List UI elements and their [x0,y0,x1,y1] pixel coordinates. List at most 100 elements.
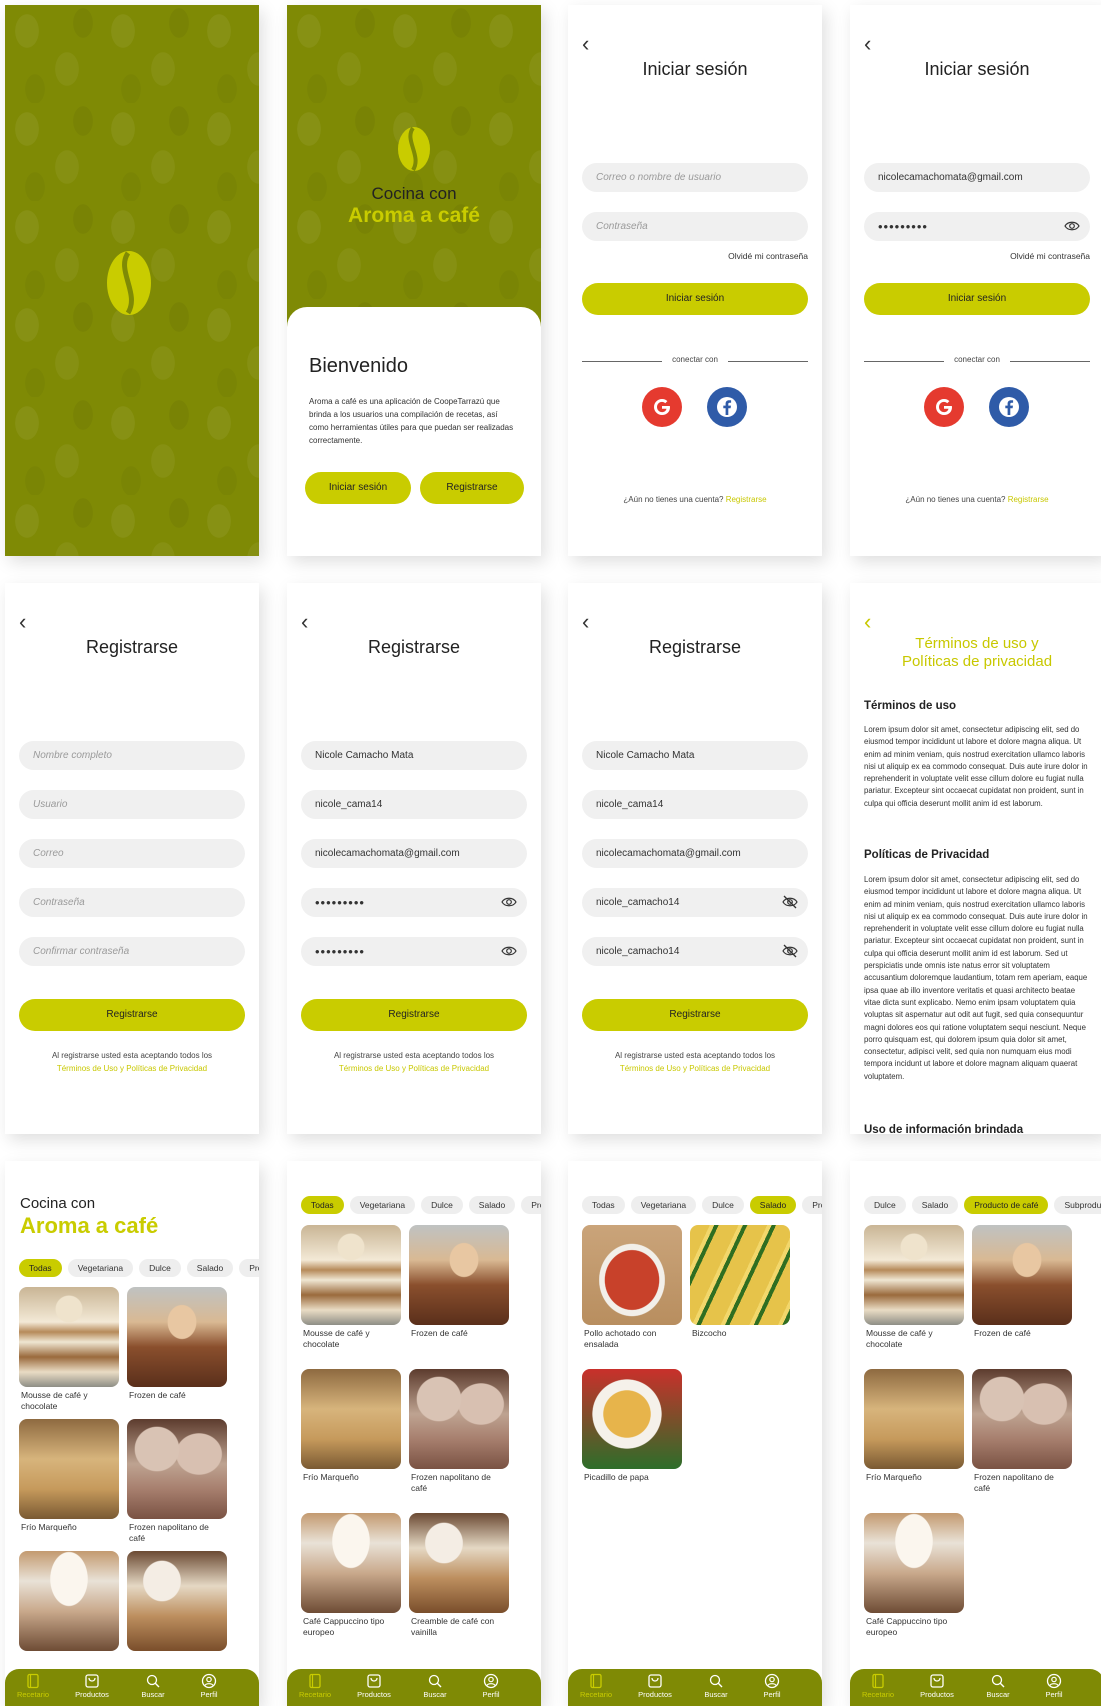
recipe-card[interactable]: Café Cappuccino tipo europeo [301,1513,401,1637]
category-chip-vegetariana[interactable]: Vegetariana [67,1259,134,1277]
register-submit-button[interactable]: Registrarse [301,999,527,1031]
back-chevron-icon[interactable]: ‹ [301,611,323,633]
back-chevron-icon[interactable]: ‹ [582,611,604,633]
recipe-card[interactable] [127,1551,227,1651]
username-input[interactable]: Correo o nombre de usuario [582,163,808,192]
password-input[interactable]: ••••••••• [864,212,1090,241]
back-chevron-icon[interactable]: ‹ [864,611,886,633]
eye-icon[interactable] [501,944,517,958]
email-input[interactable]: Correo [19,839,245,868]
eye-off-icon[interactable] [782,895,798,909]
category-chip-dulce[interactable]: Dulce [421,1196,463,1214]
category-chip-dulce[interactable]: Dulce [864,1196,906,1214]
fullname-input[interactable]: Nicole Camacho Mata [301,741,527,770]
nav-buscar[interactable]: Buscar [972,1671,1024,1699]
back-chevron-icon[interactable]: ‹ [19,611,41,633]
recipe-card[interactable]: Frozen napolitano de café [127,1419,227,1543]
category-chip-salado[interactable]: Salado [468,1196,516,1214]
forgot-password-link[interactable]: Olvidé mi contraseña [1010,251,1090,261]
fullname-input[interactable]: Nicole Camacho Mata [582,741,808,770]
recipe-card[interactable]: Mousse de café y chocolate [864,1225,964,1349]
category-chip-todas[interactable]: Todas [582,1196,625,1214]
category-chip-salado[interactable]: Salado [186,1259,234,1277]
recipe-card[interactable]: Frozen de café [972,1225,1072,1339]
recipe-card[interactable]: Mousse de café y chocolate [19,1287,119,1411]
register-link[interactable]: Registrarse [726,495,767,504]
fullname-input[interactable]: Nombre completo [19,741,245,770]
recipe-card[interactable]: Frozen de café [409,1225,509,1339]
nav-perfil[interactable]: Perfil [1028,1671,1080,1699]
recipe-card[interactable]: Frozen napolitano de café [409,1369,509,1493]
eye-icon[interactable] [501,895,517,909]
nav-perfil[interactable]: Perfil [465,1671,517,1699]
category-chip-salado[interactable]: Salado [911,1196,959,1214]
back-chevron-icon[interactable]: ‹ [864,33,886,55]
welcome-register-button[interactable]: Registrarse [420,472,524,504]
confirm-password-input[interactable]: Confirmar contraseña [19,937,245,966]
category-chip-dulce[interactable]: Dulce [702,1196,744,1214]
email-input[interactable]: nicolecamachomata@gmail.com [582,839,808,868]
login-submit-button[interactable]: Iniciar sesión [864,283,1090,315]
eye-off-icon[interactable] [782,944,798,958]
recipe-card[interactable] [19,1551,119,1651]
category-chip-pro[interactable]: Pro [802,1196,822,1214]
password-input[interactable]: Contraseña [19,888,245,917]
nav-productos[interactable]: Productos [629,1671,681,1699]
google-button[interactable] [924,387,964,427]
terms-link[interactable]: Términos de Uso y Políticas de Privacida… [287,1062,541,1075]
nav-productos[interactable]: Productos [66,1671,118,1699]
confirm-password-input[interactable]: nicole_camacho14 [582,937,808,966]
nav-perfil[interactable]: Perfil [183,1671,235,1699]
recipe-card[interactable]: Café Cappuccino tipo europeo [864,1513,964,1637]
google-button[interactable] [642,387,682,427]
login-submit-button[interactable]: Iniciar sesión [582,283,808,315]
recipe-card[interactable]: Bizcocho [690,1225,790,1339]
register-submit-button[interactable]: Registrarse [19,999,245,1031]
confirm-password-input[interactable]: ••••••••• [301,937,527,966]
nav-recetario[interactable]: Recetario [289,1671,341,1699]
recipe-card[interactable]: Frozen de café [127,1287,227,1401]
category-chip-pro[interactable]: Pro [521,1196,541,1214]
category-chip-vegetariana[interactable]: Vegetariana [630,1196,697,1214]
category-chip-salado[interactable]: Salado [749,1196,797,1214]
register-link[interactable]: Registrarse [1008,495,1049,504]
nav-recetario[interactable]: Recetario [7,1671,59,1699]
recipe-card[interactable]: Creamble de café con vainilla [409,1513,509,1637]
nav-buscar[interactable]: Buscar [690,1671,742,1699]
recipe-card[interactable]: Picadillo de papa [582,1369,682,1483]
eye-icon[interactable] [1064,219,1080,233]
nav-perfil[interactable]: Perfil [746,1671,798,1699]
category-chip-pro[interactable]: Pro [239,1259,259,1277]
nav-recetario[interactable]: Recetario [852,1671,904,1699]
category-chip-todas[interactable]: Todas [301,1196,344,1214]
recipe-card[interactable]: Pollo achotado con ensalada [582,1225,682,1349]
username-input[interactable]: nicolecamachomata@gmail.com [864,163,1090,192]
category-chip-todas[interactable]: Todas [19,1259,62,1277]
facebook-button[interactable] [707,387,747,427]
category-chip-subproducto[interactable]: Subproducto [1054,1196,1101,1214]
terms-link[interactable]: Términos de Uso y Políticas de Privacida… [568,1062,822,1075]
facebook-button[interactable] [989,387,1029,427]
recipe-card[interactable]: Frozen napolitano de café [972,1369,1072,1493]
register-submit-button[interactable]: Registrarse [582,999,808,1031]
recipe-card[interactable]: Mousse de café y chocolate [301,1225,401,1349]
password-input[interactable]: Contraseña [582,212,808,241]
terms-link[interactable]: Términos de Uso y Políticas de Privacida… [5,1062,259,1075]
password-input[interactable]: ••••••••• [301,888,527,917]
username-input[interactable]: nicole_cama14 [301,790,527,819]
username-input[interactable]: Usuario [19,790,245,819]
category-chip-dulce[interactable]: Dulce [139,1259,181,1277]
welcome-login-button[interactable]: Iniciar sesión [305,472,411,504]
recipe-card[interactable]: Frío Marqueño [19,1419,119,1533]
nav-buscar[interactable]: Buscar [409,1671,461,1699]
nav-productos[interactable]: Productos [911,1671,963,1699]
nav-productos[interactable]: Productos [348,1671,400,1699]
back-chevron-icon[interactable]: ‹ [582,33,604,55]
recipe-card[interactable]: Frío Marqueño [864,1369,964,1483]
nav-recetario[interactable]: Recetario [570,1671,622,1699]
recipe-card[interactable]: Frío Marqueño [301,1369,401,1483]
username-input[interactable]: nicole_cama14 [582,790,808,819]
password-input[interactable]: nicole_camacho14 [582,888,808,917]
category-chip-vegetariana[interactable]: Vegetariana [349,1196,416,1214]
category-chip-producto[interactable]: Producto de café [964,1196,1049,1214]
